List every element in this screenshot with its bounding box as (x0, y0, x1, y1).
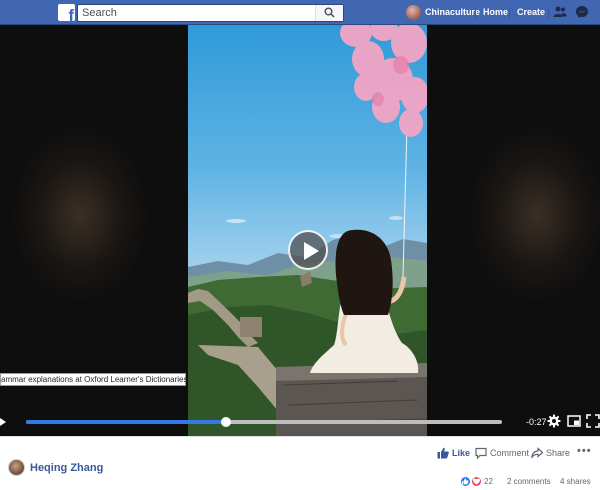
friends-icon[interactable] (553, 5, 567, 19)
nav-divider (475, 7, 476, 19)
comment-icon (475, 447, 487, 459)
search-input[interactable] (82, 5, 312, 21)
play-icon (304, 242, 319, 260)
search-box (77, 4, 344, 22)
play-button[interactable] (288, 230, 328, 270)
like-reaction-icon (460, 476, 471, 487)
progress-fill (26, 420, 226, 424)
settings-gear-icon[interactable] (547, 414, 561, 428)
play-pause-icon[interactable] (0, 418, 6, 426)
post-footer: Heqing Zhang Like Comment Share ••• 22 2… (0, 436, 600, 490)
like-label: Like (452, 448, 471, 458)
share-icon (531, 447, 543, 459)
caption-text: ammar explanations at Oxford Learner's D… (1, 375, 188, 384)
profile-name: Chinaculture (425, 7, 481, 17)
thumbs-up-icon (437, 447, 449, 459)
search-button[interactable] (315, 5, 343, 21)
comments-count[interactable]: 2 comments (507, 477, 551, 486)
search-icon (324, 7, 335, 18)
logo-glyph: f (68, 6, 74, 21)
home-link[interactable]: Home (483, 7, 508, 17)
like-button[interactable]: Like (437, 447, 471, 461)
more-options-icon[interactable]: ••• (577, 446, 591, 457)
time-remaining: -0:27 (526, 417, 547, 427)
author-avatar[interactable] (8, 459, 25, 476)
messenger-icon[interactable] (575, 5, 589, 19)
nav-divider (509, 7, 510, 19)
create-link[interactable]: Create (517, 7, 545, 17)
nav-divider (548, 7, 549, 19)
video-blur-right (427, 25, 600, 436)
share-button[interactable]: Share (531, 447, 571, 461)
profile-avatar (406, 5, 421, 20)
video-player[interactable]: ammar explanations at Oxford Learner's D… (0, 25, 600, 436)
share-label: Share (546, 448, 571, 458)
comment-button[interactable]: Comment (475, 447, 530, 461)
shares-count[interactable]: 4 shares (560, 477, 591, 486)
top-nav-bar: f Chinaculture Home Create (0, 0, 600, 25)
facebook-logo-icon[interactable]: f (58, 4, 75, 21)
picture-in-picture-icon[interactable] (567, 414, 581, 428)
progress-scrubber[interactable] (220, 417, 231, 427)
progress-bar[interactable] (26, 417, 502, 427)
fullscreen-icon[interactable] (586, 414, 600, 428)
love-reaction-icon (471, 476, 482, 487)
comment-label: Comment (490, 448, 530, 458)
reaction-count[interactable]: 22 (484, 477, 493, 486)
subtitle-caption: ammar explanations at Oxford Learner's D… (0, 373, 188, 386)
author-name[interactable]: Heqing Zhang (30, 462, 103, 474)
